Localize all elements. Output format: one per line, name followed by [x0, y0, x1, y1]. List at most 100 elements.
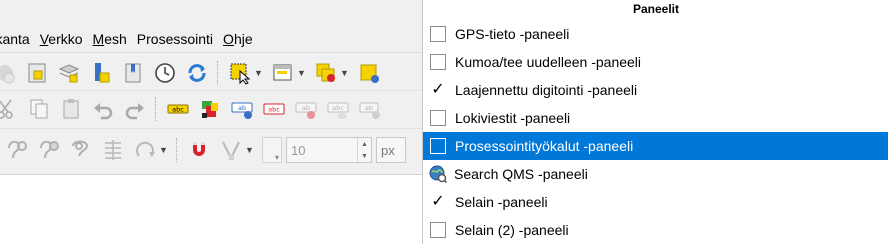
paste-features-icon[interactable]: [58, 96, 84, 122]
menu-tietokanta-label: etokanta: [0, 31, 30, 47]
delete-ring-icon[interactable]: [68, 137, 94, 163]
toolbar-grip-3[interactable]: [176, 138, 179, 162]
toolbar-grip[interactable]: [217, 61, 220, 85]
menu-mesh-mnemonic: M: [92, 31, 105, 47]
reshape-features-icon[interactable]: [100, 137, 126, 163]
svg-text:ab: ab: [302, 104, 310, 112]
snapping-vertex-icon[interactable]: [218, 137, 244, 163]
map-canvas-area[interactable]: [0, 174, 422, 244]
snapping-magnet-icon[interactable]: [186, 137, 212, 163]
checkbox[interactable]: [430, 138, 446, 154]
deselect-dropdown-icon[interactable]: ▼: [340, 68, 349, 78]
toolbar-row-2: abc ab abc ab abc ab: [0, 92, 422, 126]
highlight-pinned-labels-icon[interactable]: abc: [261, 96, 287, 122]
checkbox[interactable]: [430, 26, 446, 42]
svg-text:abc: abc: [268, 106, 280, 114]
cut-features-icon[interactable]: [0, 96, 20, 122]
panel-item-gps[interactable]: GPS-tieto -paneeli: [423, 20, 888, 48]
open-attribute-table-icon[interactable]: [270, 60, 296, 86]
menu-mesh-label: esh: [104, 31, 127, 47]
panels-menu-title: Paneelit: [632, 2, 680, 16]
panel-item-advanced-digitizing[interactable]: ✓ Laajennettu digitointi -paneeli: [423, 76, 888, 104]
menu-bar: etokanta Verkko Mesh Prosessointi Ohje: [0, 28, 422, 50]
panel-item-browser[interactable]: ✓ Selain -paneeli: [423, 188, 888, 216]
menu-tietokanta[interactable]: etokanta: [0, 31, 35, 47]
copy-features-icon[interactable]: [26, 96, 52, 122]
deselect-features-icon[interactable]: [313, 60, 339, 86]
snapping-tolerance-spinbox[interactable]: 10 ▲ ▼: [286, 137, 372, 163]
map-tips-icon[interactable]: [88, 60, 114, 86]
undo-icon[interactable]: [90, 96, 116, 122]
temporal-clock-icon[interactable]: [152, 60, 178, 86]
checkbox[interactable]: [430, 54, 446, 70]
menubar-divider: [0, 52, 422, 53]
panel-item-label: Kumoa/tee uudelleen -paneeli: [455, 54, 642, 70]
show-bookmarks-icon[interactable]: [56, 60, 82, 86]
checkmark-icon[interactable]: ✓: [430, 194, 446, 210]
new-spatial-bookmark-icon[interactable]: [24, 60, 50, 86]
identify-features-icon[interactable]: [356, 60, 382, 86]
checkbox[interactable]: [430, 222, 446, 238]
menu-verkko[interactable]: Verkko: [35, 31, 88, 47]
panel-item-label: Selain (2) -paneeli: [455, 222, 569, 238]
svg-text:abc: abc: [172, 106, 184, 114]
menu-verkko-label: erkko: [48, 31, 83, 47]
add-layer-icon[interactable]: [0, 60, 18, 86]
rotate-feature-icon[interactable]: [132, 137, 158, 163]
panel-item-search-qms[interactable]: Search QMS -paneeli: [423, 160, 888, 188]
tolerance-value: 10: [291, 142, 306, 158]
panels-menu: Paneelit GPS-tieto -paneeli Kumoa/tee uu…: [422, 0, 888, 244]
menu-ohje[interactable]: Ohje: [218, 31, 258, 47]
redo-icon[interactable]: [122, 96, 148, 122]
panel-item-label: Search QMS -paneeli: [454, 166, 588, 182]
toolbar-row-1: ▼ ▼ ▼: [0, 56, 422, 90]
snapping-type-box[interactable]: [262, 137, 282, 163]
show-hide-labels-icon[interactable]: abc: [325, 96, 351, 122]
menu-prosessointi[interactable]: Prosessointi: [132, 31, 218, 47]
select-features-dropdown-icon[interactable]: ▼: [254, 68, 263, 78]
svg-text:abc: abc: [332, 104, 344, 112]
menu-mesh[interactable]: Mesh: [88, 31, 132, 47]
pin-labels-icon[interactable]: ab: [229, 96, 255, 122]
fill-ring-icon[interactable]: [36, 137, 62, 163]
svg-text:ab: ab: [365, 104, 373, 112]
checkmark-icon[interactable]: ✓: [430, 82, 446, 98]
panel-item-label: Lokiviestit -paneeli: [455, 110, 571, 126]
rotate-label-icon[interactable]: ab: [357, 96, 383, 122]
menu-ohje-label: hje: [233, 31, 253, 47]
bookmark-icon[interactable]: [120, 60, 146, 86]
spin-down-icon[interactable]: ▼: [361, 153, 368, 160]
toolbar-divider-2: [0, 128, 422, 129]
panel-item-undo-redo[interactable]: Kumoa/tee uudelleen -paneeli: [423, 48, 888, 76]
rotate-dropdown-icon[interactable]: ▼: [159, 145, 168, 155]
svg-text:ab: ab: [238, 104, 246, 112]
menu-ohje-mnemonic: O: [223, 31, 234, 47]
panel-item-label: Prosessointityökalut -paneeli: [455, 138, 634, 154]
checkbox[interactable]: [430, 110, 446, 126]
panel-item-label: Selain -paneeli: [455, 194, 548, 210]
add-ring-icon[interactable]: [4, 137, 30, 163]
attribute-table-dropdown-icon[interactable]: ▼: [297, 68, 306, 78]
spinbox-arrows[interactable]: ▲ ▼: [357, 138, 371, 162]
toolbar-divider: [0, 90, 422, 91]
panel-item-processing-toolbox[interactable]: Prosessointityökalut -paneeli: [423, 132, 888, 160]
menu-prosessointi-label: Prosessointi: [136, 31, 214, 47]
panel-item-label: GPS-tieto -paneeli: [455, 26, 570, 42]
tolerance-unit-select[interactable]: px: [376, 137, 406, 163]
refresh-icon[interactable]: [184, 60, 210, 86]
diagram-options-icon[interactable]: [197, 96, 223, 122]
move-label-icon[interactable]: ab: [293, 96, 319, 122]
toolbar-row-3: ▼ ▼ 10 ▲▼ px: [0, 133, 422, 167]
panel-item-label: Laajennettu digitointi -paneeli: [455, 82, 638, 98]
panel-item-log-messages[interactable]: Lokiviestit -paneeli: [423, 104, 888, 132]
search-qms-icon: [429, 165, 447, 183]
qgis-main-window: etokanta Verkko Mesh Prosessointi Ohje: [0, 0, 422, 244]
layer-labeling-icon[interactable]: abc: [165, 96, 191, 122]
snapping-mode-dropdown-icon[interactable]: ▼: [245, 145, 254, 155]
spin-up-icon[interactable]: ▲: [361, 141, 368, 148]
tolerance-unit-label: px: [381, 142, 395, 158]
menu-verkko-mnemonic: V: [39, 31, 49, 47]
panel-item-browser-2[interactable]: Selain (2) -paneeli: [423, 216, 888, 244]
toolbar-grip-2[interactable]: [155, 97, 158, 121]
select-features-icon[interactable]: [227, 60, 253, 86]
